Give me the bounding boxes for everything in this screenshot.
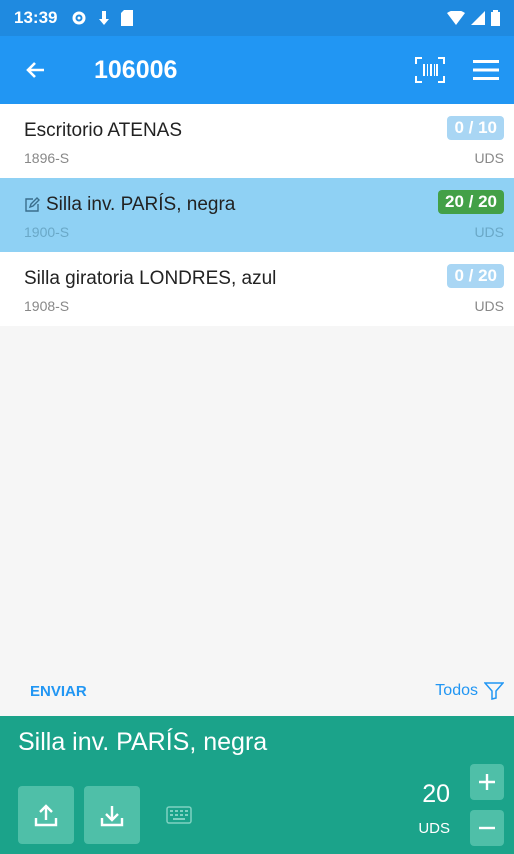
upload-icon: [34, 804, 58, 827]
back-button[interactable]: [0, 36, 72, 104]
item-code: 1900-S: [24, 224, 70, 240]
settings-icon: [72, 11, 86, 25]
list-footer: ENVIAR Todos: [0, 673, 514, 709]
bottom-panel: Silla inv. PARÍS, negra 20 UDS: [0, 716, 514, 854]
hamburger-menu-icon: [473, 60, 499, 80]
list-item[interactable]: Escritorio ATENAS 1896-S 0 / 10 UDS: [0, 104, 514, 178]
plus-icon: [479, 774, 495, 790]
keyboard-button[interactable]: [166, 806, 192, 829]
filter-icon: [484, 682, 504, 700]
quantity-unit: UDS: [418, 820, 450, 837]
status-time: 13:39: [14, 8, 58, 27]
item-name: Silla giratoria LONDRES, azul: [24, 268, 277, 289]
list-item[interactable]: Silla giratoria LONDRES, azul 1908-S 0 /…: [0, 252, 514, 326]
signal-icon: [471, 11, 485, 25]
send-button[interactable]: ENVIAR: [30, 683, 87, 700]
battery-icon: [491, 10, 500, 26]
upload-button[interactable]: [18, 786, 74, 844]
wifi-icon: [447, 11, 465, 25]
item-name: Escritorio ATENAS: [24, 120, 183, 141]
progress-badge: 0 / 20: [447, 264, 504, 288]
item-name-wrapper: Silla inv. PARÍS, negra: [24, 194, 235, 216]
download-button[interactable]: [84, 786, 140, 844]
item-code: 1908-S: [24, 298, 70, 314]
status-bar: 13:39: [0, 0, 514, 36]
item-code: 1896-S: [24, 150, 70, 166]
arrow-left-icon: [26, 62, 44, 78]
item-unit: UDS: [474, 224, 504, 240]
progress-badge: 0 / 10: [447, 116, 504, 140]
menu-button[interactable]: [458, 36, 514, 104]
download-notification-icon: [99, 11, 110, 25]
filter-button[interactable]: Todos: [435, 682, 504, 700]
item-name: Silla inv. PARÍS, negra: [46, 194, 236, 215]
decrement-button[interactable]: [470, 810, 504, 846]
quantity-value: 20: [422, 780, 450, 808]
item-unit: UDS: [474, 298, 504, 314]
list-item-selected[interactable]: Silla inv. PARÍS, negra 1900-S 20 / 20 U…: [0, 178, 514, 252]
filter-label: Todos: [435, 682, 478, 699]
item-list: Escritorio ATENAS 1896-S 0 / 10 UDS Sill…: [0, 104, 514, 326]
selected-item-name: Silla inv. PARÍS, negra: [18, 728, 268, 756]
download-icon: [100, 806, 124, 827]
barcode-scan-icon: [415, 57, 445, 83]
increment-button[interactable]: [470, 764, 504, 800]
page-title: 106006: [94, 55, 178, 84]
sd-card-icon: [121, 10, 134, 26]
progress-badge: 20 / 20: [438, 190, 504, 214]
app-bar: 106006: [0, 36, 514, 104]
edit-icon: [25, 197, 40, 212]
minus-icon: [479, 826, 495, 830]
keyboard-icon: [166, 806, 192, 824]
scan-barcode-button[interactable]: [402, 36, 458, 104]
item-unit: UDS: [474, 150, 504, 166]
